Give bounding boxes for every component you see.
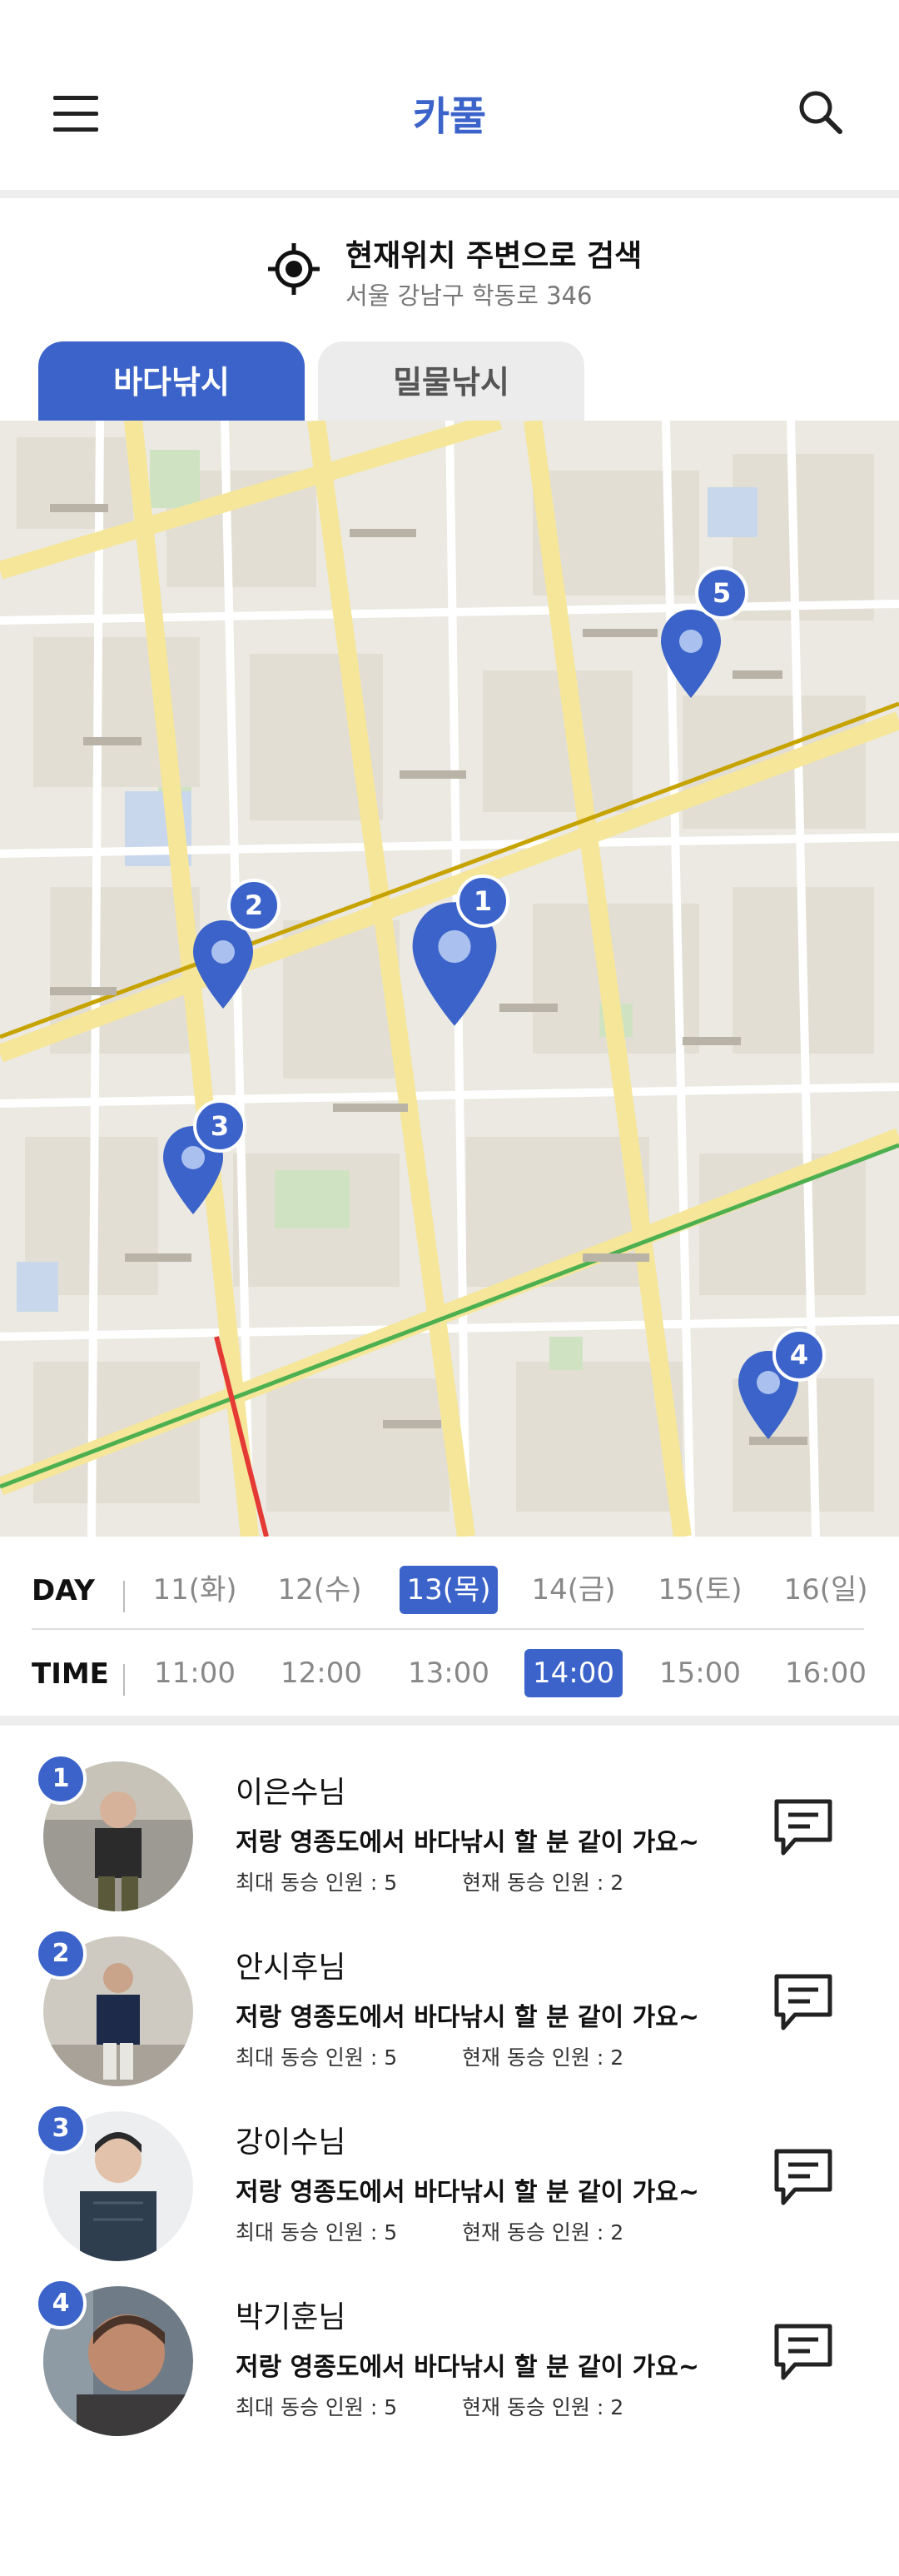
- max-passengers: 최대 동승 인원 : 5: [236, 1871, 398, 1895]
- list-divider: [0, 1716, 899, 1726]
- current-passengers: 현재 동승 인원 : 2: [462, 2220, 624, 2245]
- map-view[interactable]: 5 1 2 3 4: [0, 421, 899, 1537]
- chat-icon[interactable]: [770, 1795, 837, 1861]
- post-number-badge: 1: [35, 1753, 87, 1805]
- list-item[interactable]: 2 안시후님 저랑 영종도에서 바다낚시 할 분 같이 가요~ 최대 동승 인원…: [0, 1928, 899, 2103]
- current-passengers: 현재 동승 인원 : 2: [462, 2395, 624, 2419]
- header-divider: [0, 190, 899, 198]
- time-option[interactable]: 13:00: [400, 1649, 498, 1697]
- chat-icon[interactable]: [770, 1970, 837, 2036]
- day-option[interactable]: 14(금): [524, 1566, 623, 1614]
- day-option[interactable]: 12(수): [271, 1566, 369, 1614]
- day-label: DAY: [32, 1574, 95, 1607]
- current-location-search[interactable]: 현재위치 주변으로 검색 서울 강남구 학동로 346: [0, 225, 899, 316]
- day-option[interactable]: 15(토): [651, 1566, 749, 1614]
- post-message: 저랑 영종도에서 바다낚시 할 분 같이 가요~: [236, 1828, 700, 1857]
- map-pin-4-badge: 4: [772, 1328, 826, 1382]
- time-selector: TIME 11:00 12:00 13:00 14:00 15:00 16:00: [0, 1649, 899, 1716]
- time-option[interactable]: 11:00: [146, 1649, 244, 1697]
- map-pin-5-badge: 5: [695, 566, 748, 620]
- max-passengers: 최대 동승 인원 : 5: [236, 2395, 398, 2419]
- time-option[interactable]: 15:00: [651, 1649, 749, 1697]
- map-pin-4[interactable]: 4: [735, 1328, 826, 1441]
- post-number-badge: 3: [35, 2103, 87, 2155]
- search-icon[interactable]: [795, 87, 845, 137]
- current-passengers: 현재 동승 인원 : 2: [462, 1871, 624, 1895]
- max-passengers: 최대 동승 인원 : 5: [236, 2220, 398, 2245]
- time-label: TIME: [32, 1657, 109, 1691]
- app-header: 카풀: [0, 0, 899, 192]
- post-message: 저랑 영종도에서 바다낚시 할 분 같이 가요~: [236, 2003, 700, 2032]
- post-number-badge: 2: [35, 1928, 87, 1980]
- fishing-type-tabs: 바다낚시 밀물낚시: [0, 341, 899, 423]
- location-search-title: 현재위치 주변으로 검색: [345, 239, 643, 273]
- post-author-name: 이은수님: [236, 1776, 346, 1810]
- post-author-name: 강이수님: [236, 2125, 346, 2160]
- tab-sea-fishing[interactable]: 바다낚시: [38, 341, 305, 423]
- day-selector: DAY 11(화) 12(수) 13(목) 14(금) 15(토) 16(일): [0, 1566, 899, 1632]
- post-number-badge: 4: [35, 2278, 87, 2329]
- chat-icon[interactable]: [770, 2319, 837, 2386]
- map-pin-3-badge: 3: [193, 1099, 246, 1153]
- time-option[interactable]: 12:00: [272, 1649, 370, 1697]
- time-option[interactable]: 16:00: [777, 1649, 875, 1697]
- list-item[interactable]: 1 이은수님 저랑 영종도에서 바다낚시 할 분 같이 가요~ 최대 동승 인원…: [0, 1753, 899, 1928]
- map-pin-2[interactable]: 2: [190, 879, 281, 1010]
- map-pin-5[interactable]: 5: [658, 566, 748, 700]
- current-passengers: 현재 동승 인원 : 2: [462, 2045, 624, 2070]
- target-location-icon: [266, 242, 321, 296]
- chat-icon[interactable]: [770, 2145, 837, 2211]
- tab-tide-fishing[interactable]: 밀물낚시: [318, 341, 584, 423]
- list-item[interactable]: 4 박기훈님 저랑 영종도에서 바다낚시 할 분 같이 가요~ 최대 동승 인원…: [0, 2278, 899, 2453]
- app-title: 카풀: [412, 93, 487, 140]
- post-message: 저랑 영종도에서 바다낚시 할 분 같이 가요~: [236, 2353, 700, 2382]
- day-separator: [123, 1581, 125, 1612]
- time-option-selected[interactable]: 14:00: [524, 1649, 623, 1697]
- map-pin-1[interactable]: 1: [408, 874, 509, 1033]
- list-item[interactable]: 3 강이수님 저랑 영종도에서 바다낚시 할 분 같이 가요~ 최대 동승 인원…: [0, 2103, 899, 2278]
- day-option[interactable]: 16(일): [777, 1566, 875, 1614]
- day-option[interactable]: 11(화): [146, 1566, 244, 1614]
- location-address: 서울 강남구 학동로 346: [345, 282, 593, 310]
- map-pin-1-badge: 1: [456, 874, 509, 928]
- day-option-selected[interactable]: 13(목): [400, 1566, 498, 1614]
- selector-divider: [32, 1628, 864, 1630]
- max-passengers: 최대 동승 인원 : 5: [236, 2045, 398, 2070]
- post-author-name: 안시후님: [236, 1951, 346, 1985]
- map-pin-3[interactable]: 3: [160, 1099, 246, 1216]
- time-separator: [123, 1664, 125, 1696]
- post-author-name: 박기훈님: [236, 2300, 346, 2334]
- post-message: 저랑 영종도에서 바다낚시 할 분 같이 가요~: [236, 2178, 700, 2207]
- map-pin-2-badge: 2: [227, 879, 281, 932]
